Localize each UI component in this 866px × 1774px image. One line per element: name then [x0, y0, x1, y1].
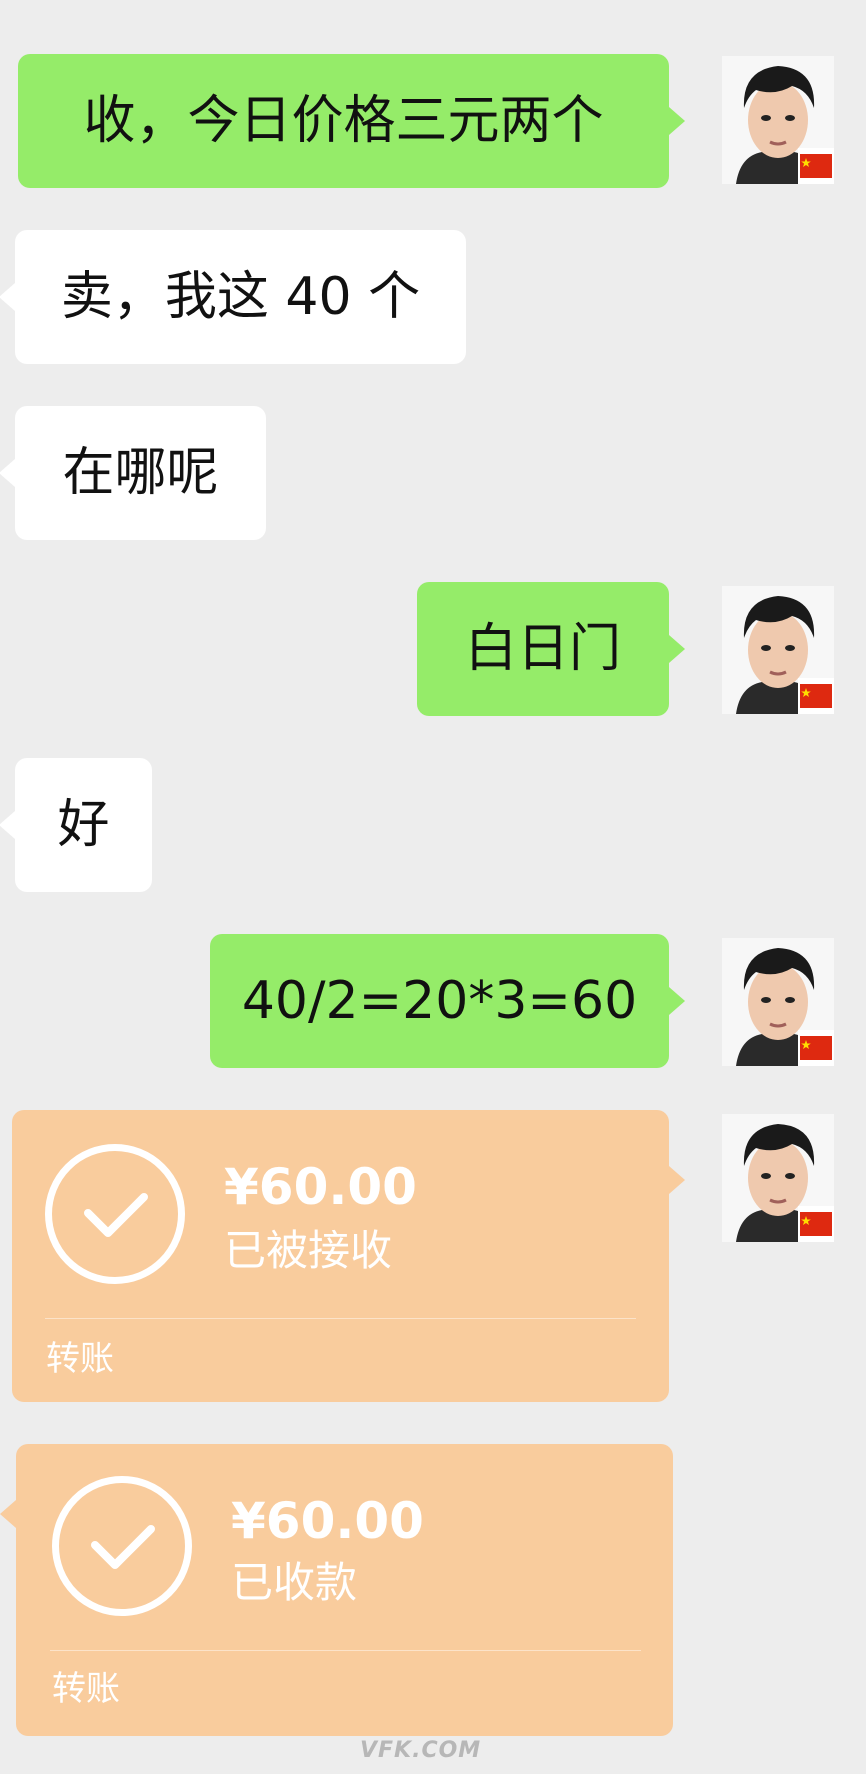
message-text: 在哪呢 [62, 443, 219, 503]
transfer-status: 已被接收 [224, 1226, 393, 1275]
avatar[interactable] [722, 938, 834, 1066]
check-circle-icon [45, 1144, 185, 1284]
message-bubble-sent[interactable]: 40/2=20*3=60 [210, 934, 685, 1068]
china-flag-icon [798, 678, 834, 714]
check-circle-icon [52, 1476, 192, 1616]
message-text: 好 [57, 795, 110, 855]
message-text: 40/2=20*3=60 [241, 971, 638, 1031]
transfer-amount: ¥60.00 [231, 1492, 424, 1550]
transfer-label: 转账 [52, 1669, 120, 1709]
avatar[interactable] [722, 1114, 834, 1242]
china-flag-icon [798, 1206, 834, 1242]
china-flag-icon [798, 1030, 834, 1066]
transfer-label: 转账 [46, 1339, 114, 1379]
message-bubble-received[interactable]: 好 [0, 758, 152, 892]
avatar[interactable] [722, 56, 834, 184]
transfer-status: 已收款 [231, 1558, 358, 1607]
divider [45, 1318, 636, 1319]
watermark: VFK.COM [360, 1738, 482, 1763]
avatar[interactable] [722, 586, 834, 714]
transfer-amount: ¥60.00 [224, 1158, 417, 1216]
divider [50, 1650, 641, 1651]
message-bubble-sent[interactable]: 收，今日价格三元两个 [18, 54, 685, 188]
message-text: 卖，我这 40 个 [60, 267, 421, 327]
message-bubble-sent[interactable]: 白日门 [417, 582, 685, 716]
transfer-card-sent[interactable]: ¥60.00 已被接收 转账 [12, 1110, 685, 1402]
message-text: 白日门 [464, 619, 621, 679]
message-bubble-received[interactable]: 卖，我这 40 个 [0, 230, 466, 364]
message-text: 收，今日价格三元两个 [83, 91, 604, 151]
transfer-card-received[interactable]: ¥60.00 已收款 转账 [0, 1444, 673, 1736]
china-flag-icon [798, 148, 834, 184]
message-bubble-received[interactable]: 在哪呢 [0, 406, 266, 540]
